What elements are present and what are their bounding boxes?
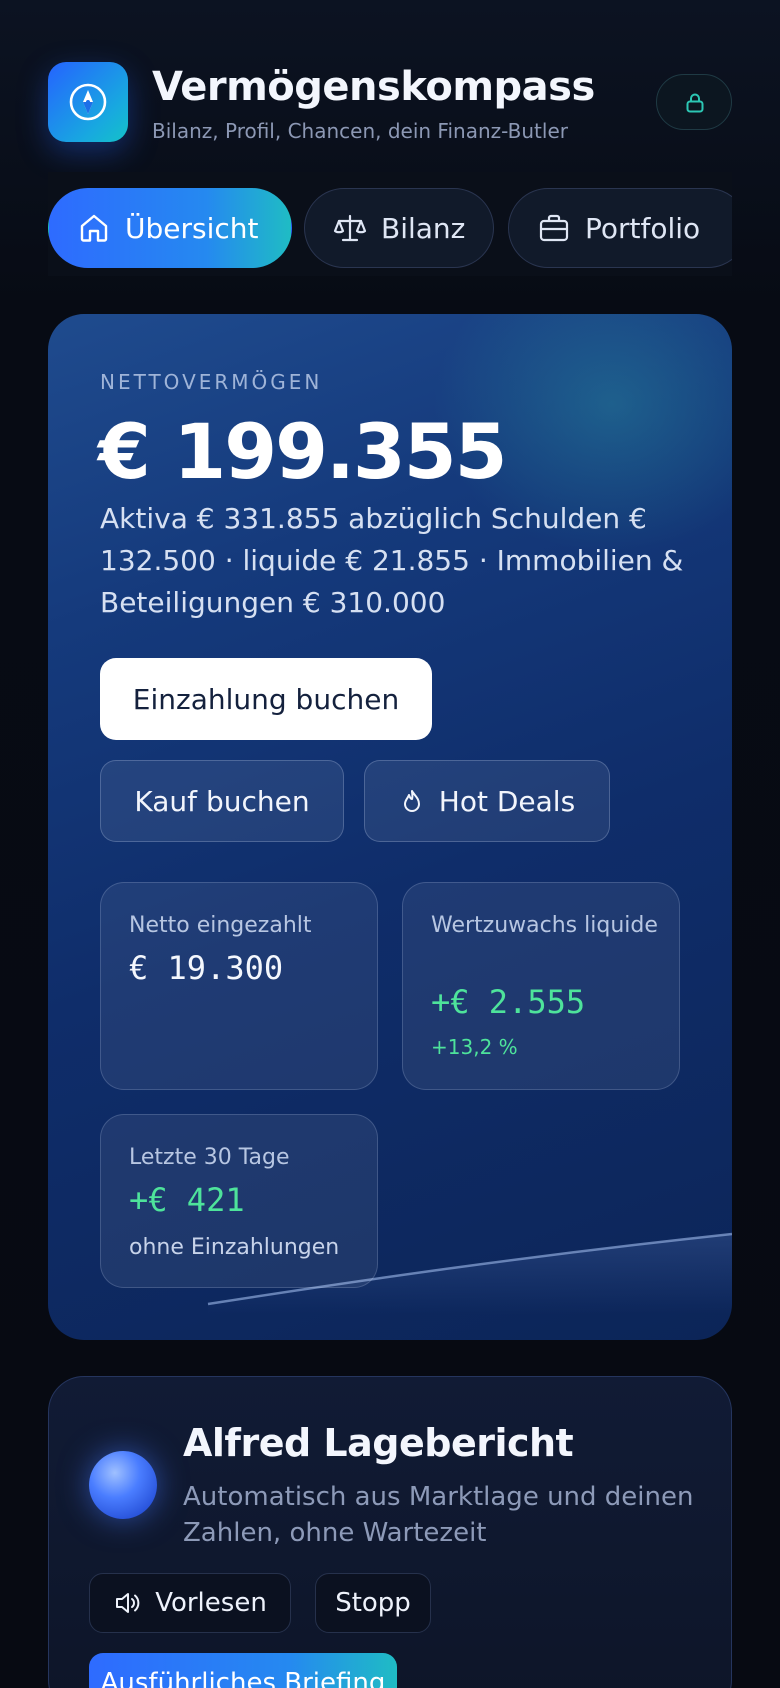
tab-label: Portfolio [585, 211, 701, 245]
stat-last-30-days: Letzte 30 Tage +€ 421 ohne Einzahlungen [100, 1114, 378, 1288]
compass-icon [69, 83, 107, 121]
speaker-icon [116, 1593, 140, 1613]
stat-label: Letzte 30 Tage [129, 1145, 290, 1170]
stop-button[interactable]: Stopp [315, 1573, 431, 1633]
flame-icon [403, 790, 420, 812]
app-header: Vermögenskompass Bilanz, Profil, Chancen… [48, 62, 732, 143]
stat-liquid-gain: Wertzuwachs liquide +€ 2.555 +13,2 % [402, 882, 680, 1090]
buy-button[interactable]: Kauf buchen [100, 760, 344, 842]
briefing-card: Alfred Lagebericht Automatisch aus Markt… [48, 1376, 732, 1688]
stat-note: ohne Einzahlungen [129, 1235, 340, 1260]
stat-label: Netto eingezahlt [129, 913, 312, 938]
stat-note: +13,2 % [431, 1035, 518, 1059]
deposit-button[interactable]: Einzahlung buchen [100, 658, 432, 740]
stat-value: +€ 2.555 [431, 983, 586, 1021]
lock-button[interactable] [656, 74, 732, 130]
tab-portfolio[interactable]: Portfolio [508, 188, 732, 268]
home-icon [80, 214, 108, 242]
net-worth-description: Aktiva € 331.855 abzüglich Schulden € 13… [100, 502, 684, 619]
app-subtitle: Bilanz, Profil, Chancen, dein Finanz-But… [152, 119, 568, 143]
scale-icon [333, 214, 367, 242]
tab-bilanz[interactable]: Bilanz [304, 188, 494, 268]
stat-value: € 19.300 [129, 949, 284, 987]
tab-label: Übersicht [125, 211, 259, 245]
stat-label: Wertzuwachs liquide [431, 913, 658, 938]
briefing-title: Alfred Lagebericht [183, 1421, 574, 1465]
stop-label: Stopp [335, 1588, 411, 1618]
app-title: Vermögenskompass [152, 64, 595, 110]
briefing-subtitle: Automatisch aus Marktlage und deinen Zah… [183, 1482, 694, 1548]
stat-net-deposited: Netto eingezahlt € 19.300 [100, 882, 378, 1090]
tab-label: Bilanz [381, 211, 466, 245]
tab-uebersicht[interactable]: Übersicht [48, 188, 292, 268]
hot-deals-button[interactable]: Hot Deals [364, 760, 610, 842]
net-worth-value: € 199.355 [98, 407, 507, 496]
net-worth-card: NETTOVERMÖGEN € 199.355 Aktiva € 331.855… [48, 314, 732, 1340]
net-worth-label: NETTOVERMÖGEN [100, 370, 323, 394]
tab-bar: Übersicht Bilanz Portfolio [48, 172, 732, 276]
lock-icon [686, 93, 704, 113]
assistant-orb-icon [89, 1451, 157, 1519]
detailed-briefing-button[interactable]: Ausführliches Briefing [89, 1653, 397, 1688]
stat-value: +€ 421 [129, 1181, 245, 1219]
briefcase-icon [539, 214, 569, 242]
buy-button-label: Kauf buchen [134, 784, 310, 818]
read-aloud-label: Vorlesen [155, 1588, 267, 1618]
read-aloud-button[interactable]: Vorlesen [89, 1573, 291, 1633]
hot-deals-label: Hot Deals [438, 784, 576, 818]
app-logo [48, 62, 128, 142]
